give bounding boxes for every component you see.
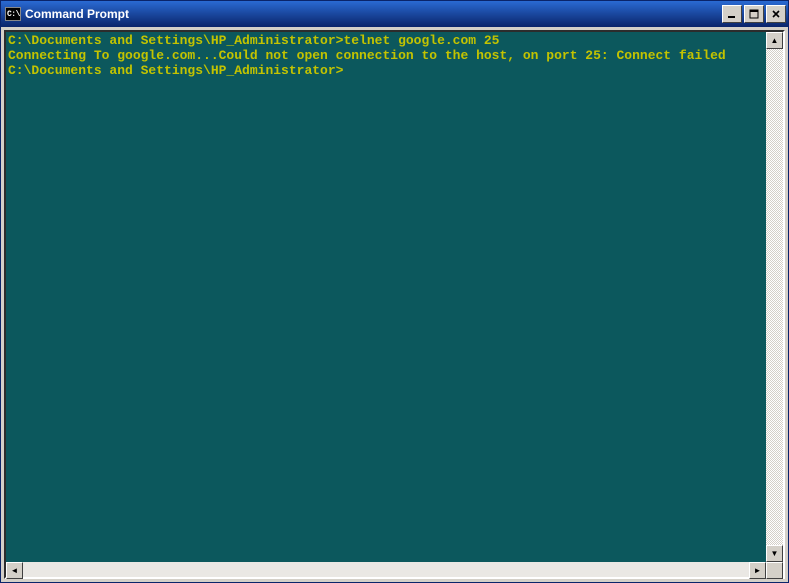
- maximize-button[interactable]: [744, 5, 764, 23]
- scroll-up-button[interactable]: ▲: [766, 32, 783, 49]
- cmd-icon[interactable]: C:\: [5, 7, 21, 21]
- window-controls: [720, 5, 786, 23]
- horizontal-scrollbar[interactable]: ◄ ►: [4, 562, 785, 579]
- scroll-right-button[interactable]: ►: [749, 562, 766, 579]
- arrow-right-icon: ►: [754, 566, 762, 575]
- client-area: C:\Documents and Settings\HP_Administrat…: [1, 27, 788, 582]
- scroll-track-vertical[interactable]: [766, 49, 783, 545]
- console-line: C:\Documents and Settings\HP_Administrat…: [8, 33, 764, 48]
- command-prompt-window: C:\ Command Prompt C:\Documents and Sett…: [0, 0, 789, 583]
- console-wrap: C:\Documents and Settings\HP_Administrat…: [4, 30, 785, 564]
- scroll-track-horizontal[interactable]: [23, 562, 749, 577]
- scroll-down-button[interactable]: ▼: [766, 545, 783, 562]
- arrow-down-icon: ▼: [771, 549, 779, 558]
- vertical-scrollbar[interactable]: ▲ ▼: [766, 32, 783, 562]
- console-line: C:\Documents and Settings\HP_Administrat…: [8, 63, 764, 78]
- close-button[interactable]: [766, 5, 786, 23]
- scrollbar-corner: [766, 562, 783, 579]
- minimize-button[interactable]: [722, 5, 742, 23]
- arrow-up-icon: ▲: [771, 36, 779, 45]
- scroll-left-button[interactable]: ◄: [6, 562, 23, 579]
- console-output[interactable]: C:\Documents and Settings\HP_Administrat…: [6, 32, 766, 562]
- console-line: Connecting To google.com...Could not ope…: [8, 48, 764, 63]
- titlebar[interactable]: C:\ Command Prompt: [1, 1, 788, 27]
- arrow-left-icon: ◄: [11, 566, 19, 575]
- window-title: Command Prompt: [25, 7, 720, 21]
